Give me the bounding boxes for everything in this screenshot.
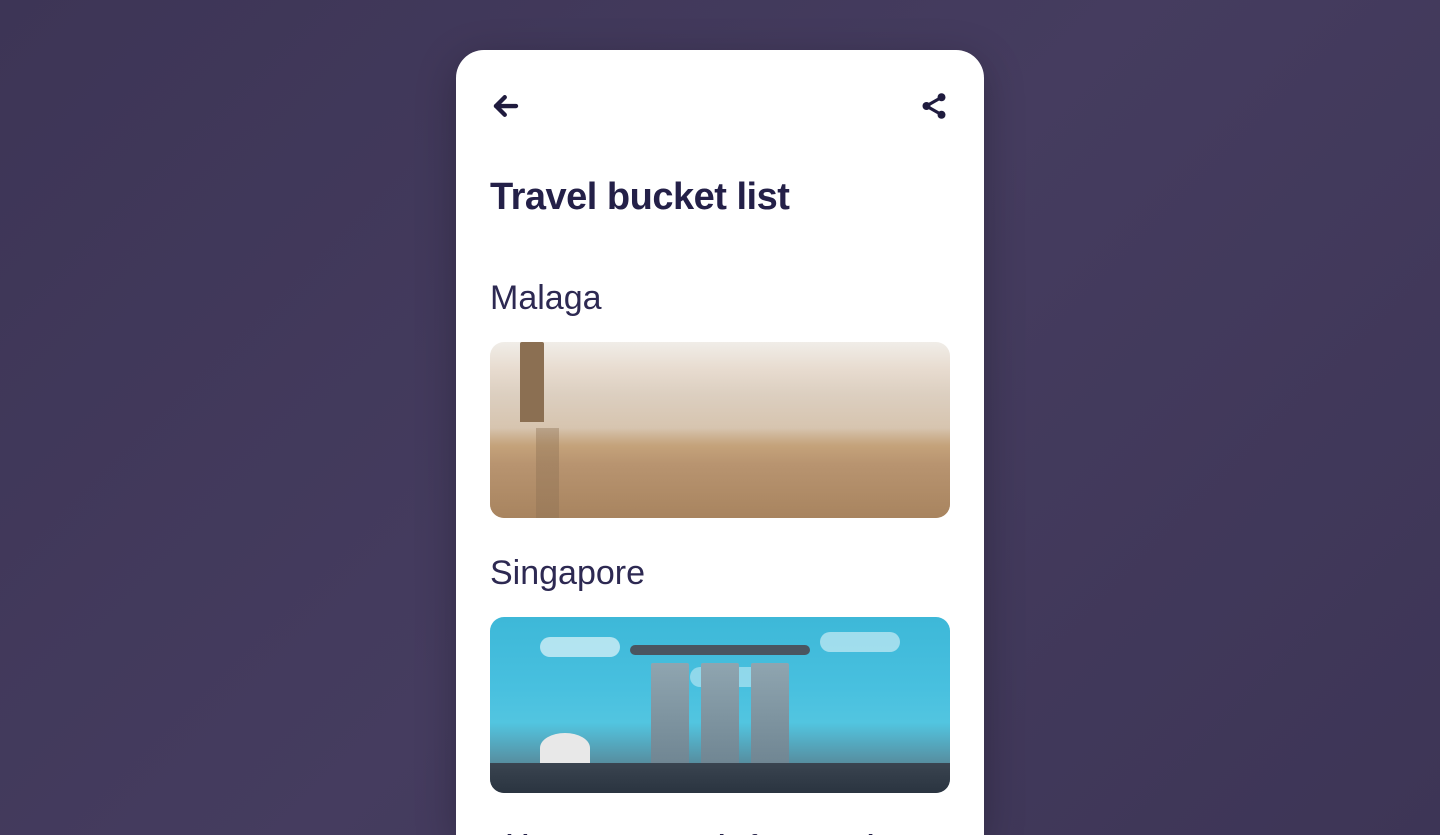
destination-title-singapore: Singapore xyxy=(490,554,950,593)
share-button[interactable] xyxy=(918,90,950,122)
destination-image-malaga[interactable] xyxy=(490,342,950,518)
arrow-left-icon xyxy=(491,91,521,121)
share-icon xyxy=(919,91,949,121)
destination-image-singapore[interactable] xyxy=(490,617,950,793)
back-button[interactable] xyxy=(490,90,522,122)
phone-frame: Travel bucket list Malaga Singapore Thin… xyxy=(456,50,984,835)
section-heading: Things to sort out before travel xyxy=(490,829,950,835)
header-bar xyxy=(490,90,950,122)
page-title: Travel bucket list xyxy=(490,176,950,219)
destination-title-malaga: Malaga xyxy=(490,279,950,318)
